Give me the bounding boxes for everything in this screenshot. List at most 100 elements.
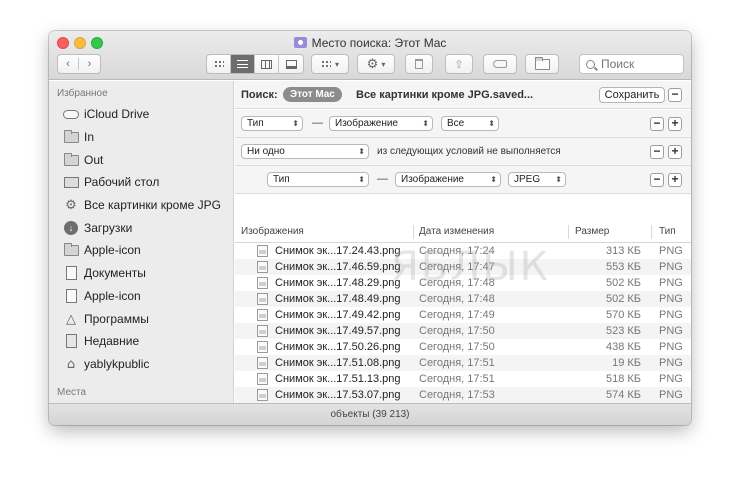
back-forward-buttons: ‹ ›	[57, 54, 101, 74]
search-input[interactable]	[601, 57, 681, 71]
sidebar-item-label: iCloud Drive	[84, 107, 150, 121]
file-name: Снимок эк...17.53.07.png	[275, 389, 401, 401]
trash-button[interactable]	[405, 54, 433, 74]
table-row[interactable]: Снимок эк...17.53.07.png Сегодня, 17:53 57…	[235, 387, 691, 403]
sidebar-item-label: yablykpublic	[84, 357, 150, 371]
column-header-kind[interactable]: Тип	[659, 226, 676, 237]
search-field[interactable]	[579, 54, 684, 74]
tags-button[interactable]	[483, 54, 517, 74]
image-file-icon	[257, 373, 268, 385]
match-mode-popup[interactable]: Ни одно	[241, 144, 369, 159]
sidebar-item-label: Программы	[84, 312, 149, 326]
image-file-icon	[257, 389, 268, 401]
save-button[interactable]: Сохранить	[599, 87, 665, 103]
cloud-icon	[63, 109, 79, 119]
remove-criteria-button[interactable]: −	[650, 145, 664, 159]
sidebar-item-out[interactable]: Out	[63, 150, 103, 170]
file-kind: PNG	[659, 357, 683, 369]
grid-icon	[213, 60, 224, 68]
title-bar: Место поиска: Этот Mac ‹ › ▾ ⚙ ▾ ⇧	[49, 31, 691, 80]
sidebar-item-apple-icon-file[interactable]: Apple-icon	[63, 286, 141, 306]
status-bar: объекты (39 213)	[49, 403, 691, 425]
table-row[interactable]: Снимок эк...17.50.26.png Сегодня, 17:50 …	[235, 339, 691, 355]
qualifier-popup[interactable]: Все	[441, 116, 499, 131]
sidebar-item-home[interactable]: ⌂ yablykpublic	[63, 354, 150, 374]
file-date: Сегодня, 17:53	[419, 389, 495, 401]
sidebar-section-favorites: Избранное	[57, 88, 108, 99]
icon-view-button[interactable]	[207, 55, 231, 73]
forward-button[interactable]: ›	[79, 58, 100, 70]
column-header-size[interactable]: Размер	[575, 226, 609, 237]
file-kind: PNG	[659, 293, 683, 305]
list-view-button[interactable]	[231, 55, 255, 73]
group-button[interactable]: ▾	[311, 54, 349, 74]
sidebar-item-desktop[interactable]: Рабочий стол	[63, 172, 159, 192]
desktop-icon	[63, 176, 79, 188]
criteria-dash: —	[377, 173, 388, 185]
criteria-dash: —	[312, 117, 323, 129]
image-file-icon	[257, 357, 268, 369]
sidebar-item-downloads[interactable]: ↓ Загрузки	[63, 218, 132, 238]
sidebar-item-all-images-except-jpg[interactable]: ⚙ Все картинки кроме JPG	[63, 195, 221, 215]
remove-criteria-button[interactable]: −	[650, 117, 664, 131]
value-popup[interactable]: Изображение	[329, 116, 433, 131]
sidebar-item-label: Недавние	[84, 334, 140, 348]
recents-icon	[65, 334, 77, 348]
file-kind: PNG	[659, 261, 683, 273]
table-row[interactable]: Снимок эк...17.51.08.png Сегодня, 17:51 …	[235, 355, 691, 371]
document-icon	[65, 289, 77, 303]
sidebar-item-in[interactable]: In	[63, 127, 94, 147]
column-view-button[interactable]	[255, 55, 279, 73]
table-row[interactable]: Снимок эк...17.49.57.png Сегодня, 17:50 …	[235, 323, 691, 339]
window-title-text: Место поиска: Этот Mac	[311, 36, 447, 50]
column-divider[interactable]	[651, 225, 652, 239]
column-divider[interactable]	[413, 225, 414, 239]
image-file-icon	[257, 293, 268, 305]
file-size: 574 КБ	[605, 389, 641, 401]
view-mode-segmented	[206, 54, 304, 74]
table-header: Изображения Дата изменения Размер Тип	[235, 222, 691, 243]
folder-icon	[63, 152, 79, 166]
columns-icon	[261, 59, 272, 69]
table-row[interactable]: Снимок эк...17.51.13.png Сегодня, 17:51 …	[235, 371, 691, 387]
add-criteria-button[interactable]: +	[668, 117, 682, 131]
qualifier-popup[interactable]: JPEG	[508, 172, 566, 187]
sidebar-item-apple-icon-folder[interactable]: Apple-icon	[63, 240, 141, 260]
file-name: Снимок эк...17.49.57.png	[275, 325, 401, 337]
file-name: Снимок эк...17.50.26.png	[275, 341, 401, 353]
sidebar-item-icloud-drive[interactable]: iCloud Drive	[63, 104, 149, 124]
sidebar-item-label: In	[84, 130, 95, 144]
sidebar-item-documents[interactable]: Документы	[63, 263, 146, 283]
action-button[interactable]: ⚙ ▾	[357, 54, 395, 74]
image-file-icon	[257, 309, 268, 321]
attribute-popup[interactable]: Тип	[241, 116, 303, 131]
chevron-down-icon: ▾	[334, 59, 339, 69]
download-icon: ↓	[64, 221, 78, 235]
file-date: Сегодня, 17:51	[419, 373, 495, 385]
search-icon	[586, 59, 595, 69]
sidebar-item-label: Все картинки кроме JPG	[84, 198, 221, 212]
sidebar-item-recents[interactable]: Недавние	[63, 331, 139, 351]
new-folder-button[interactable]	[525, 54, 559, 74]
file-date: Сегодня, 17:51	[419, 357, 495, 369]
column-header-date[interactable]: Дата изменения	[419, 226, 494, 237]
add-criteria-button[interactable]: +	[668, 145, 682, 159]
column-header-name[interactable]: Изображения	[241, 226, 304, 237]
gallery-view-button[interactable]	[279, 55, 303, 73]
sidebar-item-label: Документы	[84, 266, 146, 280]
attribute-popup[interactable]: Тип	[267, 172, 369, 187]
remove-scope-button[interactable]: −	[668, 88, 682, 102]
table-row[interactable]: Снимок эк...17.48.49.png Сегодня, 17:48 …	[235, 291, 691, 307]
share-button[interactable]: ⇧	[445, 54, 473, 74]
sidebar-item-applications[interactable]: △ Программы	[63, 309, 149, 329]
scope-this-mac-button[interactable]: Этот Mac	[283, 87, 342, 102]
value-popup[interactable]: Изображение	[395, 172, 501, 187]
remove-criteria-button[interactable]: −	[650, 173, 664, 187]
table-row[interactable]: Снимок эк...17.49.42.png Сегодня, 17:49 …	[235, 307, 691, 323]
column-divider[interactable]	[568, 225, 569, 239]
main-content: Поиск: Этот Mac Все картинки кроме JPG.s…	[235, 81, 691, 403]
back-button[interactable]: ‹	[58, 58, 79, 70]
file-size: 570 КБ	[605, 309, 641, 321]
add-criteria-button[interactable]: +	[668, 173, 682, 187]
image-file-icon	[257, 325, 268, 337]
